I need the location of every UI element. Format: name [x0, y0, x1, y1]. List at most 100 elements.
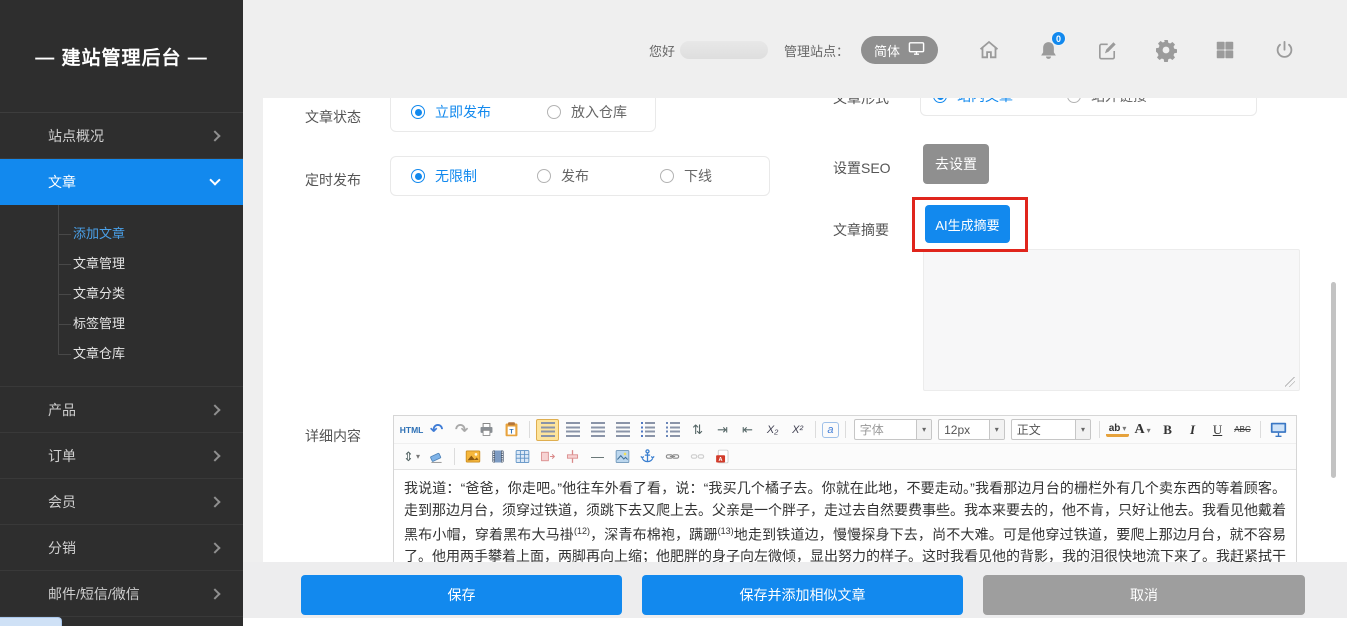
- align-left-icon[interactable]: [536, 419, 559, 441]
- top-header: 您好 管理站点： 简体 0: [243, 0, 1347, 100]
- autotypeset-icon[interactable]: a: [822, 422, 839, 438]
- insert-table-icon[interactable]: [511, 446, 534, 468]
- insert-image-icon[interactable]: [461, 446, 484, 468]
- paragraph-format-select[interactable]: 正文▾: [1011, 419, 1091, 440]
- seo-label: 设置SEO: [833, 158, 891, 178]
- radio-option-external-link[interactable]: 站外链接: [1067, 98, 1147, 106]
- sidebar-item-site-overview[interactable]: 站点概况: [0, 113, 243, 159]
- word-import-icon[interactable]: A: [711, 446, 734, 468]
- radio-icon[interactable]: [660, 169, 674, 183]
- radio-selected-icon[interactable]: [411, 169, 425, 183]
- logout-power-icon[interactable]: [1271, 37, 1297, 63]
- monitor-icon: [908, 41, 925, 59]
- sidebar-item-orders[interactable]: 订单: [0, 433, 243, 479]
- unordered-list-icon-glyph: [666, 422, 680, 437]
- print-icon[interactable]: [475, 419, 498, 441]
- insert-video-icon[interactable]: [486, 446, 509, 468]
- strikethrough-button[interactable]: ABC: [1231, 419, 1254, 441]
- unlink-icon[interactable]: [686, 446, 709, 468]
- align-justify-icon[interactable]: [611, 419, 634, 441]
- radio-selected-icon[interactable]: [411, 105, 425, 119]
- unordered-list-icon[interactable]: [661, 419, 684, 441]
- sidebar-item-distribution[interactable]: 分销: [0, 525, 243, 571]
- textarea-resize-grip[interactable]: [1285, 377, 1295, 387]
- chevron-down-icon: ▾: [1122, 424, 1126, 433]
- chevron-right-icon: [209, 404, 220, 415]
- page-break-icon[interactable]: [536, 446, 559, 468]
- horizontal-rule-icon[interactable]: —: [586, 446, 609, 468]
- sidebar-item-add-article[interactable]: 添加文章: [0, 219, 243, 249]
- radio-icon[interactable]: [537, 169, 551, 183]
- format-match-icon[interactable]: [425, 446, 448, 468]
- insert-map-icon[interactable]: [611, 446, 634, 468]
- radio-option-offline[interactable]: 下线: [660, 166, 712, 186]
- radio-option-no-limit[interactable]: 无限制: [411, 166, 477, 186]
- redo-icon[interactable]: ↷: [450, 419, 473, 441]
- radio-option-to-warehouse[interactable]: 放入仓库: [547, 102, 627, 122]
- settings-gear-icon[interactable]: [1153, 37, 1179, 63]
- seo-setup-button[interactable]: 去设置: [923, 144, 989, 184]
- sidebar-item-articles[interactable]: 文章: [0, 159, 243, 205]
- bold-button[interactable]: B: [1156, 419, 1179, 441]
- chevron-right-icon: [209, 588, 220, 599]
- indent-decrease-icon[interactable]: ⇤: [736, 419, 759, 441]
- chevron-right-icon: [209, 542, 220, 553]
- underline-button[interactable]: U: [1206, 419, 1229, 441]
- editor-content-area[interactable]: 我说道：“爸爸，你走吧。”他往车外看了看，说：“我买几个橘子去。你就在此地，不要…: [394, 470, 1296, 562]
- compose-edit-icon[interactable]: [1094, 37, 1120, 63]
- save-and-add-similar-button[interactable]: 保存并添加相似文章: [642, 575, 963, 615]
- superscript-icon[interactable]: X²: [786, 419, 809, 441]
- toolbar-separator: [1099, 421, 1100, 438]
- sidebar-item-article-management[interactable]: 文章管理: [0, 249, 243, 279]
- home-icon[interactable]: [976, 37, 1002, 63]
- font-color-button[interactable]: A▾: [1131, 419, 1154, 441]
- sidebar-item-label: 邮件/短信/微信: [48, 584, 140, 604]
- highlight-color-button[interactable]: ab▾: [1106, 422, 1129, 437]
- undo-icon[interactable]: ↶: [425, 419, 448, 441]
- editor-toolbar-row2: ⇕▾ — A: [394, 444, 1296, 470]
- radio-icon[interactable]: [1067, 98, 1081, 103]
- subscript-icon[interactable]: X₂: [761, 419, 784, 441]
- insert-link-icon[interactable]: [661, 446, 684, 468]
- manage-site-label: 管理站点：: [784, 41, 849, 60]
- indent-increase-icon[interactable]: ⇥: [711, 419, 734, 441]
- line-spacing-icon[interactable]: ⇅: [686, 419, 709, 441]
- radio-icon[interactable]: [547, 105, 561, 119]
- sidebar-item-label: 文章: [48, 172, 76, 192]
- sidebar-item-members[interactable]: 会员: [0, 479, 243, 525]
- html-source-button[interactable]: HTML: [400, 419, 423, 441]
- sidebar-item-email-sms-wechat[interactable]: 邮件/短信/微信: [0, 571, 243, 617]
- summary-textarea[interactable]: [923, 249, 1300, 391]
- radio-option-publish-now[interactable]: 立即发布: [411, 102, 491, 122]
- sidebar-item-article-category[interactable]: 文章分类: [0, 279, 243, 309]
- anchor-icon[interactable]: [636, 446, 659, 468]
- align-right-icon-glyph: [591, 422, 605, 437]
- save-button[interactable]: 保存: [301, 575, 622, 615]
- language-switch-button[interactable]: 简体: [861, 36, 938, 64]
- paste-word-icon[interactable]: T: [500, 419, 523, 441]
- align-center-icon[interactable]: [561, 419, 584, 441]
- ai-generate-summary-button[interactable]: AI生成摘要: [925, 205, 1010, 243]
- vertical-scrollbar-thumb[interactable]: [1331, 282, 1336, 478]
- font-family-select[interactable]: 字体▾: [854, 419, 932, 440]
- sidebar-item-tag-management[interactable]: 标签管理: [0, 309, 243, 339]
- italic-button[interactable]: I: [1181, 419, 1204, 441]
- article-status-label: 文章状态: [305, 107, 361, 127]
- radio-selected-icon[interactable]: [933, 98, 947, 103]
- ordered-list-icon[interactable]: [636, 419, 659, 441]
- radio-option-publish[interactable]: 发布: [537, 166, 589, 186]
- sidebar: — 建站管理后台 — 站点概况 文章 添加文章 文章管理 文章分类 标签管理 文…: [0, 0, 243, 626]
- insert-frame-icon[interactable]: [561, 446, 584, 468]
- align-right-icon[interactable]: [586, 419, 609, 441]
- apps-grid-icon[interactable]: [1212, 37, 1238, 63]
- cancel-button[interactable]: 取消: [983, 575, 1305, 615]
- notifications-bell-icon[interactable]: 0: [1035, 37, 1061, 63]
- font-size-select[interactable]: 12px▾: [938, 419, 1005, 440]
- sidebar-item-article-warehouse[interactable]: 文章仓库: [0, 339, 243, 369]
- fullscreen-button[interactable]: [1267, 419, 1290, 441]
- line-height-button[interactable]: ⇕▾: [400, 446, 423, 468]
- username-redacted: [680, 41, 768, 59]
- footnote-marker: (13): [718, 526, 734, 536]
- sidebar-item-products[interactable]: 产品: [0, 387, 243, 433]
- radio-option-internal-article[interactable]: 站内文章: [933, 98, 1013, 106]
